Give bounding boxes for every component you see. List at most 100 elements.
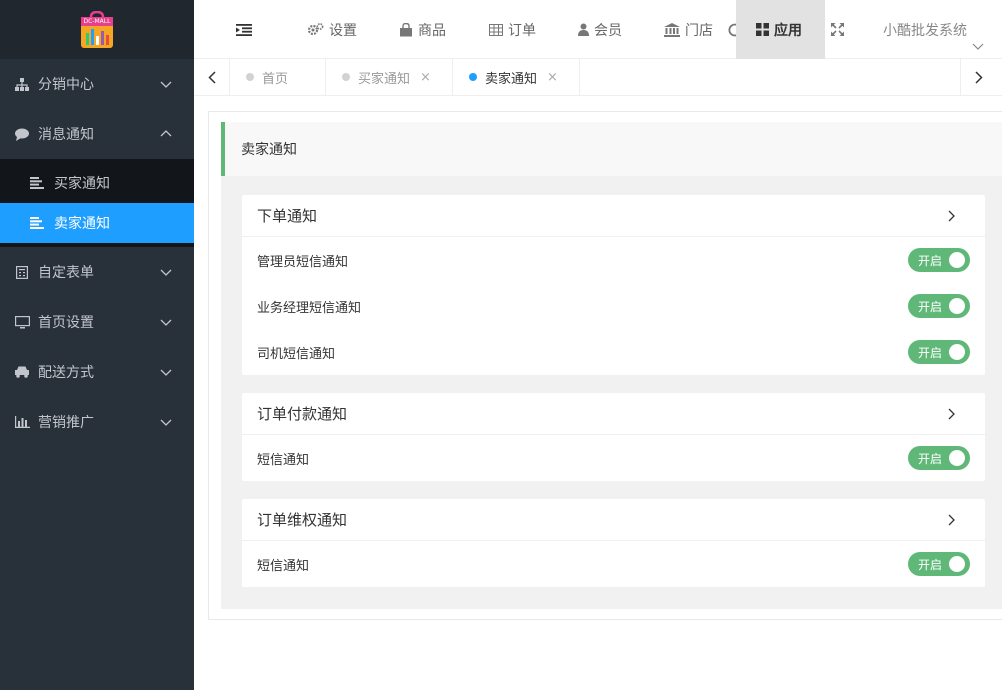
setting-label: 业务经理短信通知	[257, 300, 362, 316]
chevron-left-icon	[207, 70, 216, 84]
tab-dot	[469, 73, 477, 81]
card-header[interactable]: 下单通知	[242, 195, 985, 237]
logo-text: DC-MALL	[83, 17, 111, 25]
setting-row: 司机短信通知 开启	[242, 329, 985, 375]
card-order-placed: 下单通知 管理员短信通知 开启 业务经理短信通知 开启 司机短信通知 开启	[242, 195, 985, 375]
sidebar-item-distribution[interactable]: 分销中心	[0, 59, 194, 109]
tab-close-icon[interactable]: ×	[420, 70, 431, 85]
chevron-right-icon	[948, 514, 955, 525]
page-tabs: 首页 买家通知 × 卖家通知 ×	[194, 59, 1002, 96]
card-order-rights: 订单维权通知 短信通知 开启	[242, 499, 985, 587]
nav-label: 会员	[594, 22, 622, 39]
nav-products[interactable]: 商品	[399, 0, 446, 59]
chevron-right-icon	[948, 408, 955, 419]
setting-row: 短信通知 开启	[242, 435, 985, 481]
car-icon	[14, 364, 30, 380]
nav-label: 商品	[418, 22, 446, 39]
card-header[interactable]: 订单付款通知	[242, 393, 985, 435]
sidebar-item-label: 配送方式	[38, 365, 94, 381]
card-title: 下单通知	[257, 207, 318, 225]
nav-label: 应用	[774, 22, 802, 39]
tab-label: 买家通知	[358, 71, 411, 87]
logo[interactable]: DC-MALL	[79, 10, 115, 49]
setting-label: 短信通知	[257, 558, 310, 574]
align-left-icon	[30, 177, 44, 189]
tabs-prev-button[interactable]	[194, 59, 230, 95]
toggle-switch[interactable]: 开启	[908, 340, 970, 364]
switch-knob	[949, 344, 965, 360]
tab-label: 卖家通知	[485, 71, 538, 87]
sidebar-item-delivery[interactable]: 配送方式	[0, 347, 194, 397]
sidebar-item-label: 消息通知	[38, 127, 94, 143]
toggle-switch[interactable]: 开启	[908, 552, 970, 576]
nav-label: 订单	[508, 22, 536, 39]
fullscreen-button[interactable]	[831, 0, 849, 59]
chevron-right-icon	[974, 70, 983, 84]
page-title: 卖家通知	[221, 122, 1002, 176]
setting-label: 司机短信通知	[257, 346, 336, 362]
gears-icon	[308, 23, 324, 36]
switch-text: 开启	[918, 299, 943, 314]
tab-dot	[246, 73, 254, 81]
tabs-next-button[interactable]	[960, 59, 996, 95]
bank-icon	[664, 22, 680, 37]
bar-chart-icon	[14, 414, 30, 430]
nav-members[interactable]: 会员	[578, 0, 622, 59]
sidebar-subitem-buyer-notice[interactable]: 买家通知	[0, 163, 194, 203]
sidebar-item-notifications[interactable]: 消息通知	[0, 109, 194, 159]
chevron-down-icon	[160, 269, 172, 276]
chevron-down-icon	[160, 369, 172, 376]
chevron-down-icon	[160, 81, 172, 88]
nav-label: 门店	[685, 22, 713, 39]
tab-dot	[342, 73, 350, 81]
user-icon	[578, 23, 589, 36]
chevron-down-icon	[160, 419, 172, 426]
chevron-up-icon	[160, 130, 172, 137]
nav-orders[interactable]: 订单	[489, 0, 536, 59]
sidebar-item-homepage-settings[interactable]: 首页设置	[0, 297, 194, 347]
tab-seller-notice[interactable]: 卖家通知 ×	[453, 59, 580, 95]
sidebar-subitem-seller-notice[interactable]: 卖家通知	[0, 203, 194, 243]
switch-knob	[949, 298, 965, 314]
toggle-switch[interactable]: 开启	[908, 446, 970, 470]
nav-stores[interactable]: 门店	[664, 0, 713, 59]
tab-home[interactable]: 首页	[230, 59, 326, 95]
tab-label: 首页	[262, 71, 289, 87]
system-name: 小酷批发系统	[883, 22, 967, 39]
sidebar-toggle-button[interactable]	[236, 0, 257, 59]
setting-label: 管理员短信通知	[257, 254, 349, 270]
nav-settings[interactable]: 设置	[308, 0, 357, 59]
sidebar-subitem-label: 卖家通知	[54, 216, 110, 232]
tab-close-icon[interactable]: ×	[547, 70, 558, 85]
sidebar-item-custom-form[interactable]: 自定表单	[0, 247, 194, 297]
chevron-down-icon	[160, 319, 172, 326]
switch-knob	[949, 252, 965, 268]
switch-text: 开启	[918, 451, 943, 466]
sidebar-item-label: 营销推广	[38, 415, 94, 431]
grid-icon	[756, 23, 769, 36]
shopping-bag-icon	[400, 22, 412, 36]
submenu-notifications: 买家通知 卖家通知	[0, 159, 194, 247]
chevron-down-icon	[972, 43, 984, 50]
logo-area: DC-MALL	[0, 0, 194, 59]
card-title: 订单付款通知	[257, 405, 348, 423]
switch-knob	[949, 556, 965, 572]
setting-row: 短信通知 开启	[242, 541, 985, 587]
sidebar-subitem-label: 买家通知	[54, 176, 110, 192]
toggle-switch[interactable]: 开启	[908, 294, 970, 318]
sidebar-menu: 分销中心 消息通知 买家通知 卖家通知 自定表单 首页设置 配送方式 营销推广	[0, 59, 194, 447]
tab-buyer-notice[interactable]: 买家通知 ×	[326, 59, 453, 95]
setting-label: 短信通知	[257, 452, 310, 468]
sidebar-item-marketing[interactable]: 营销推广	[0, 397, 194, 447]
nav-apps[interactable]: 应用	[736, 0, 825, 59]
toggle-switch[interactable]: 开启	[908, 248, 970, 272]
card-header[interactable]: 订单维权通知	[242, 499, 985, 541]
sidebar-item-label: 分销中心	[38, 77, 94, 93]
switch-text: 开启	[918, 345, 943, 360]
system-name-dropdown[interactable]: 小酷批发系统	[883, 0, 967, 59]
nav-label: 设置	[329, 22, 357, 39]
switch-text: 开启	[918, 253, 943, 268]
indent-icon	[236, 23, 252, 36]
sidebar-item-label: 自定表单	[38, 265, 94, 281]
chevron-right-icon	[948, 210, 955, 221]
